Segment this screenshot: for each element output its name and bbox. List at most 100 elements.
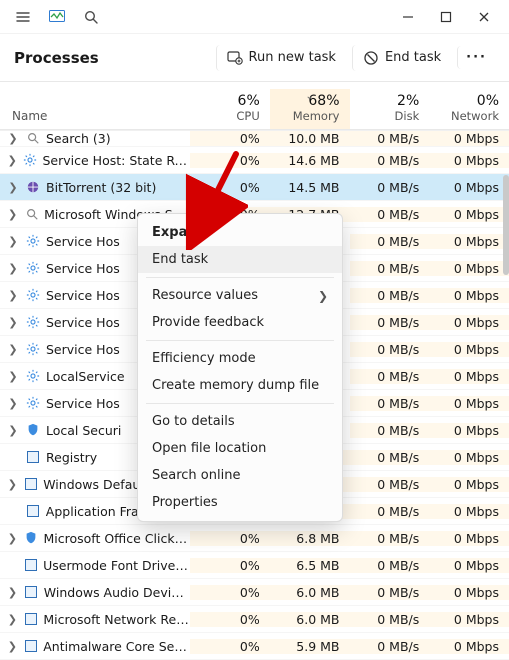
expand-chevron-icon[interactable]: ❯ — [6, 289, 20, 302]
cell-disk: 0 MB/s — [350, 450, 430, 465]
expand-chevron-icon[interactable]: ❯ — [6, 343, 20, 356]
column-header-cpu[interactable]: 6% CPU — [190, 89, 270, 129]
cell-disk: 0 MB/s — [350, 477, 430, 492]
gear-icon — [23, 152, 37, 168]
cell-disk: 0 MB/s — [350, 558, 430, 573]
expand-chevron-icon[interactable]: ❯ — [6, 208, 19, 221]
expand-chevron-icon[interactable]: ❯ — [6, 397, 20, 410]
box-icon — [24, 638, 39, 654]
column-header-memory[interactable]: ⌄ 68% Memory — [270, 89, 350, 129]
gear-icon — [25, 287, 41, 303]
context-menu: Expand End task Resource values ❯ Provid… — [137, 213, 343, 522]
context-menu-open-file-location[interactable]: Open file location — [138, 435, 342, 462]
cell-network: 0 Mbps — [429, 558, 509, 573]
process-name: Antimalware Core Service — [43, 639, 190, 654]
expand-chevron-icon[interactable]: ❯ — [6, 316, 20, 329]
cell-network: 0 Mbps — [429, 342, 509, 357]
cell-disk: 0 MB/s — [350, 207, 430, 222]
column-header-network[interactable]: 0% Network — [429, 89, 509, 129]
context-menu-create-dump[interactable]: Create memory dump file — [138, 372, 342, 399]
context-menu-properties[interactable]: Properties — [138, 489, 342, 516]
context-menu-go-to-details[interactable]: Go to details — [138, 408, 342, 435]
context-menu-search-online[interactable]: Search online — [138, 462, 342, 489]
cell-cpu: 0% — [190, 585, 270, 600]
close-button[interactable] — [465, 2, 503, 32]
process-name: Registry — [46, 450, 97, 465]
expand-chevron-icon[interactable]: ❯ — [6, 154, 18, 167]
shield-icon — [24, 530, 39, 546]
toolbar: Processes Run new task End task ··· — [0, 34, 509, 82]
cell-disk: 0 MB/s — [350, 153, 430, 168]
expand-chevron-icon[interactable]: ❯ — [6, 424, 20, 437]
process-name: BitTorrent (32 bit) — [46, 180, 156, 195]
process-name: Service Hos — [46, 261, 120, 276]
end-task-button[interactable]: End task — [352, 45, 451, 71]
cell-memory: 6.5 MB — [270, 558, 350, 573]
cell-network: 0 Mbps — [429, 504, 509, 519]
maximize-button[interactable] — [427, 2, 465, 32]
run-new-task-button[interactable]: Run new task — [216, 45, 346, 71]
cell-cpu: 0% — [190, 131, 270, 146]
table-row[interactable]: ❯Antimalware Core Service0%5.9 MB0 MB/s0… — [0, 633, 509, 660]
process-name: Service Hos — [46, 234, 120, 249]
process-name: Windows Audio Device ... — [44, 585, 190, 600]
hamburger-menu-button[interactable] — [10, 4, 36, 30]
cell-disk: 0 MB/s — [350, 585, 430, 600]
process-name: Service Hos — [46, 342, 120, 357]
expand-chevron-icon[interactable]: ❯ — [6, 640, 19, 653]
table-row[interactable]: ❯BitTorrent (32 bit)0%14.5 MB0 MB/s0 Mbp… — [0, 174, 509, 201]
more-options-button[interactable]: ··· — [457, 46, 495, 69]
minimize-button[interactable] — [389, 2, 427, 32]
column-header-disk[interactable]: 2% Disk — [350, 89, 430, 129]
context-menu-separator — [146, 403, 334, 404]
table-row[interactable]: Usermode Font Driver H...0%6.5 MB0 MB/s0… — [0, 552, 509, 579]
box-icon — [24, 611, 39, 627]
table-row[interactable]: ❯Microsoft Office Click-to...0%6.8 MB0 M… — [0, 525, 509, 552]
table-row[interactable]: ❯Service Host: State Repo...0%14.6 MB0 M… — [0, 147, 509, 174]
process-name: Service Hos — [46, 396, 120, 411]
gear-icon — [25, 233, 41, 249]
cell-cpu: 0% — [190, 639, 270, 654]
expand-chevron-icon[interactable]: ❯ — [6, 370, 20, 383]
context-menu-expand[interactable]: Expand — [138, 219, 342, 246]
chevron-right-icon: ❯ — [318, 289, 328, 303]
box-icon — [24, 476, 39, 492]
expand-chevron-icon[interactable]: ❯ — [6, 181, 20, 194]
context-menu-efficiency-mode[interactable]: Efficiency mode — [138, 345, 342, 372]
expand-chevron-icon[interactable]: ❯ — [6, 613, 19, 626]
end-task-label: End task — [385, 50, 441, 65]
expand-chevron-icon[interactable]: ❯ — [6, 132, 20, 145]
expand-chevron-icon[interactable]: ❯ — [6, 586, 19, 599]
app-icon — [25, 179, 41, 195]
context-menu-separator — [146, 277, 334, 278]
cell-disk: 0 MB/s — [350, 234, 430, 249]
cell-memory: 6.0 MB — [270, 612, 350, 627]
gear-icon — [25, 314, 41, 330]
cell-cpu: 0% — [190, 558, 270, 573]
context-menu-end-task[interactable]: End task — [138, 246, 342, 273]
resource-monitor-icon[interactable] — [44, 4, 70, 30]
gear-icon — [25, 260, 41, 276]
scrollbar-thumb[interactable] — [503, 175, 509, 275]
context-menu-provide-feedback[interactable]: Provide feedback — [138, 309, 342, 336]
expand-chevron-icon[interactable]: ❯ — [6, 235, 20, 248]
cell-cpu: 0% — [190, 531, 270, 546]
cell-network: 0 Mbps — [429, 477, 509, 492]
cell-memory: 5.9 MB — [270, 639, 350, 654]
table-row[interactable]: ❯Search (3)0%10.0 MB0 MB/s0 Mbps — [0, 130, 509, 147]
cell-memory: 14.6 MB — [270, 153, 350, 168]
cell-network: 0 Mbps — [429, 423, 509, 438]
table-row[interactable]: ❯Microsoft Network Realt...0%6.0 MB0 MB/… — [0, 606, 509, 633]
cell-network: 0 Mbps — [429, 180, 509, 195]
expand-chevron-icon[interactable]: ❯ — [6, 478, 19, 491]
cell-network: 0 Mbps — [429, 315, 509, 330]
search-button[interactable] — [78, 4, 104, 30]
table-row[interactable]: ❯Windows Audio Device ...0%6.0 MB0 MB/s0… — [0, 579, 509, 606]
expand-chevron-icon[interactable]: ❯ — [6, 262, 20, 275]
expand-chevron-icon[interactable]: ❯ — [6, 532, 19, 545]
cell-cpu: 0% — [190, 612, 270, 627]
column-header-name[interactable]: Name — [0, 109, 190, 129]
context-menu-resource-values[interactable]: Resource values ❯ — [138, 282, 342, 309]
cell-network: 0 Mbps — [429, 261, 509, 276]
cell-disk: 0 MB/s — [350, 423, 430, 438]
